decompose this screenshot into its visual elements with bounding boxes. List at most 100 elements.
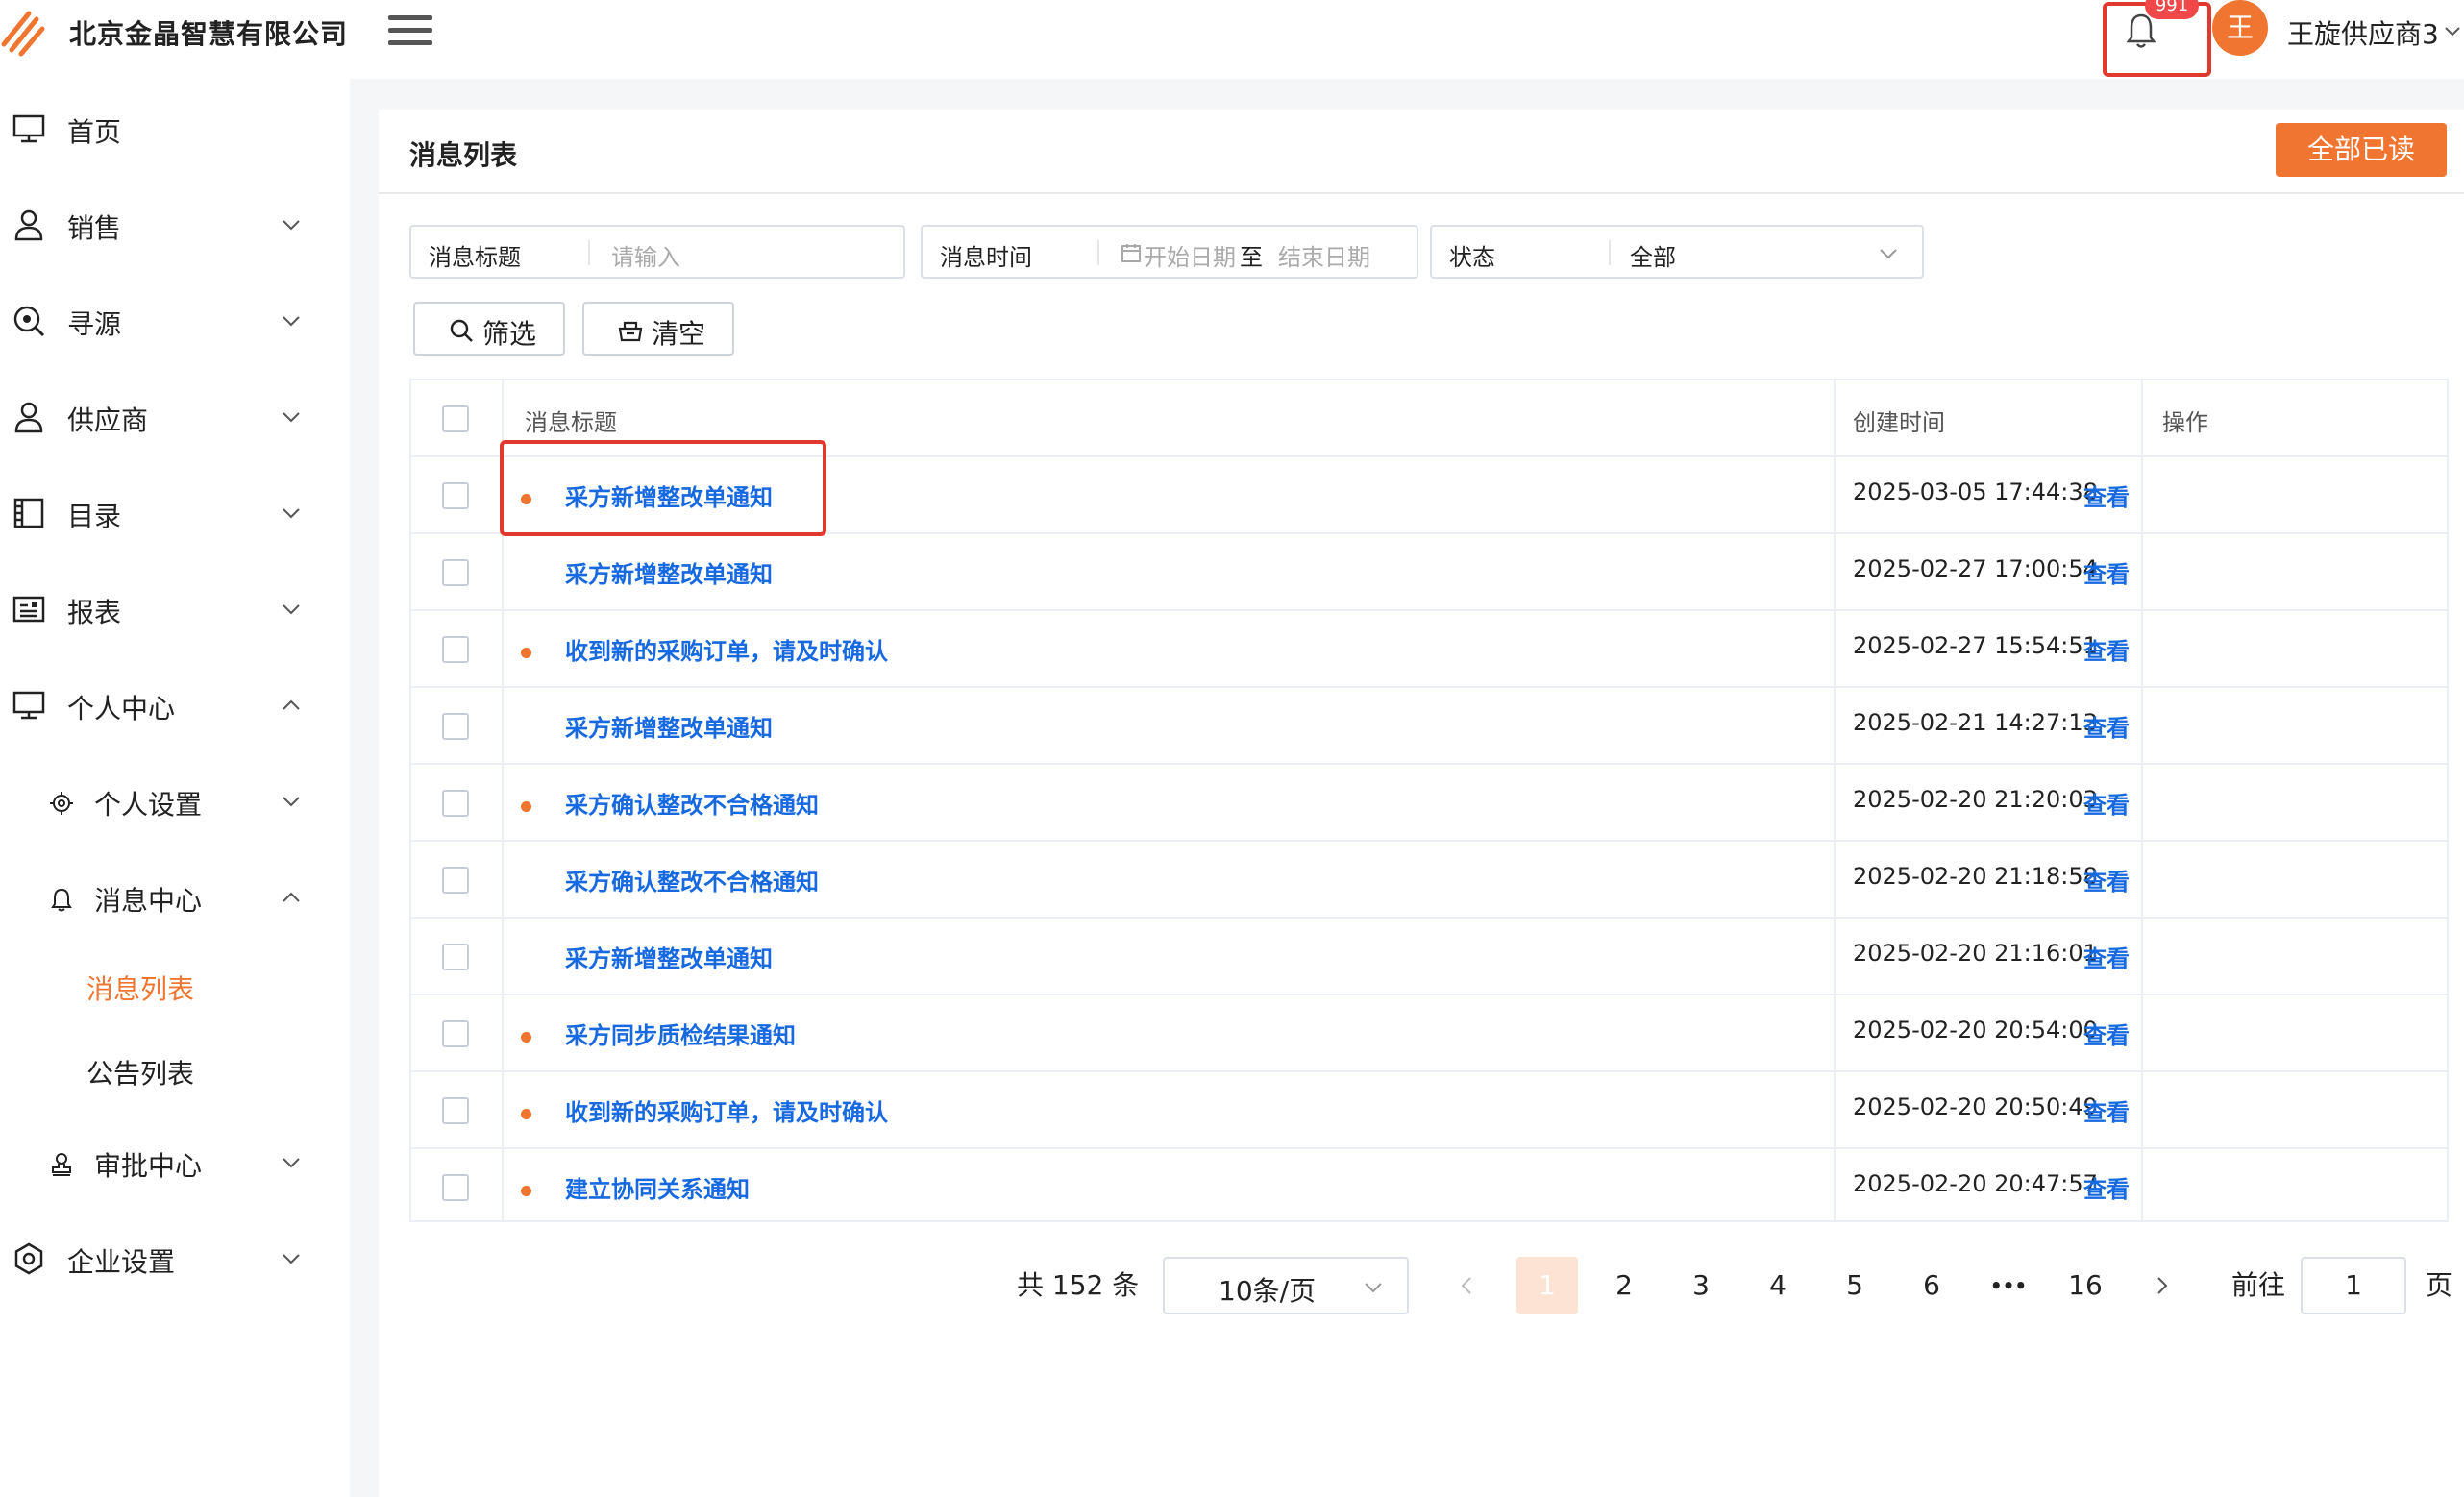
row-checkbox[interactable] — [442, 1174, 469, 1201]
book-icon — [13, 498, 44, 528]
created-time: 2025-02-20 21:20:03 — [1853, 786, 2098, 813]
row-checkbox[interactable] — [442, 790, 469, 817]
row-checkbox[interactable] — [442, 636, 469, 663]
avatar[interactable]: 王 — [2212, 0, 2268, 56]
sidebar-item-approval-center[interactable]: 审批中心 — [0, 1126, 350, 1203]
chevron-down-icon — [1365, 1283, 1382, 1293]
view-link[interactable]: 查看 — [2083, 786, 2130, 820]
calendar-icon — [1121, 244, 1141, 262]
sidebar-item-message-center[interactable]: 消息中心 — [0, 861, 350, 938]
message-title-link[interactable]: 收到新的采购订单，请及时确认 — [565, 1093, 888, 1127]
message-title-link[interactable]: 采方新增整改单通知 — [565, 555, 773, 589]
goto-page-input[interactable]: 1 — [2301, 1257, 2406, 1314]
sidebar-item-catalog[interactable]: 目录 — [0, 477, 350, 553]
sidebar-item-personal-settings[interactable]: 个人设置 — [0, 765, 350, 842]
unread-dot — [521, 1109, 531, 1119]
view-link[interactable]: 查看 — [2083, 709, 2130, 743]
page-ellipsis[interactable]: ••• — [1978, 1257, 2039, 1314]
view-link[interactable]: 查看 — [2083, 940, 2130, 973]
view-link[interactable]: 查看 — [2083, 632, 2130, 666]
view-link[interactable]: 查看 — [2083, 863, 2130, 896]
goto-unit: 页 — [2426, 1269, 2453, 1301]
monitor-icon — [12, 691, 45, 720]
row-checkbox[interactable] — [442, 482, 469, 509]
page-size-select[interactable]: 10条/页 — [1163, 1257, 1409, 1314]
page-16[interactable]: 16 — [2055, 1257, 2116, 1314]
status-select[interactable]: 全部 — [1630, 238, 1676, 272]
page-3[interactable]: 3 — [1670, 1257, 1732, 1314]
stamp-icon — [52, 1153, 71, 1176]
sidebar-item-report[interactable]: 报表 — [0, 573, 350, 650]
chevron-down-icon — [1880, 249, 1897, 259]
chevron-down-icon[interactable] — [2444, 23, 2461, 40]
page-title: 消息列表 — [409, 139, 518, 171]
sidebar-item-sales[interactable]: 销售 — [0, 188, 350, 265]
status-filter[interactable]: 状态 全部 — [1430, 225, 1924, 279]
message-title-link[interactable]: 采方确认整改不合格通知 — [565, 786, 819, 820]
table-row: 收到新的采购订单，请及时确认 2025-02-27 15:54:51 查看 — [411, 611, 2447, 688]
sidebar-item-label: 个人中心 — [67, 693, 176, 724]
chevron-up-icon — [283, 699, 300, 710]
view-link[interactable]: 查看 — [2083, 1170, 2130, 1204]
title-input[interactable]: 请输入 — [611, 238, 680, 272]
message-title-link[interactable]: 建立协同关系通知 — [565, 1170, 750, 1204]
chevron-right-icon[interactable] — [2153, 1274, 2172, 1297]
row-checkbox[interactable] — [442, 1097, 469, 1124]
divider — [1609, 240, 1611, 265]
created-time: 2025-02-20 21:16:01 — [1853, 940, 2098, 967]
sidebar-item-supplier[interactable]: 供应商 — [0, 380, 350, 457]
username[interactable]: 王旋供应商3 — [2287, 13, 2439, 52]
menu-toggle-icon[interactable] — [388, 15, 432, 50]
company-logo-icon — [1, 11, 45, 57]
select-all-checkbox[interactable] — [442, 405, 469, 432]
page-1[interactable]: 1 — [1516, 1257, 1578, 1314]
page-4[interactable]: 4 — [1747, 1257, 1809, 1314]
page-2[interactable]: 2 — [1593, 1257, 1655, 1314]
company-name: 北京金晶智慧有限公司 — [69, 18, 349, 50]
sidebar-item-label: 寻源 — [67, 308, 122, 340]
sidebar-item-home[interactable]: 首页 — [0, 92, 350, 169]
sidebar-item-message-list[interactable]: 消息列表 — [0, 951, 350, 1028]
message-title-link[interactable]: 收到新的采购订单，请及时确认 — [565, 632, 888, 666]
person-icon — [14, 402, 43, 433]
filter-button[interactable]: 筛选 — [413, 302, 565, 356]
person-icon — [14, 209, 43, 241]
unread-dot — [521, 1032, 531, 1043]
page-6[interactable]: 6 — [1901, 1257, 1962, 1314]
sidebar-item-label: 销售 — [67, 212, 122, 244]
message-title-link[interactable]: 采方确认整改不合格通知 — [565, 863, 819, 896]
row-checkbox[interactable] — [442, 867, 469, 894]
table-row: 采方同步质检结果通知 2025-02-20 20:54:00 查看 — [411, 995, 2447, 1072]
message-title-link[interactable]: 采方同步质检结果通知 — [565, 1017, 796, 1050]
view-link[interactable]: 查看 — [2083, 555, 2130, 589]
mark-all-read-button[interactable]: 全部已读 — [2276, 123, 2447, 177]
message-title-link[interactable]: 采方新增整改单通知 — [565, 709, 773, 743]
gear-icon — [50, 792, 73, 815]
filter-label: 消息时间 — [940, 244, 1032, 271]
start-date-input[interactable]: 开始日期 — [1144, 238, 1236, 272]
row-checkbox[interactable] — [442, 1020, 469, 1047]
sidebar-item-label: 企业设置 — [67, 1246, 176, 1278]
time-filter: 消息时间 开始日期 至 结束日期 — [921, 225, 1418, 279]
clear-button[interactable]: 清空 — [582, 302, 734, 356]
row-checkbox[interactable] — [442, 559, 469, 586]
row-checkbox[interactable] — [442, 944, 469, 970]
search-circle-icon — [13, 306, 45, 337]
sidebar-item-sourcing[interactable]: 寻源 — [0, 284, 350, 361]
notification-badge: 991 — [2145, 0, 2199, 19]
view-link[interactable]: 查看 — [2083, 1017, 2130, 1050]
row-checkbox[interactable] — [442, 713, 469, 740]
sidebar-item-announcement-list[interactable]: 公告列表 — [0, 1036, 350, 1113]
chevron-down-icon — [283, 604, 300, 615]
sidebar-item-personal-center[interactable]: 个人中心 — [0, 669, 350, 746]
view-link[interactable]: 查看 — [2083, 479, 2130, 512]
sidebar-item-enterprise-settings[interactable]: 企业设置 — [0, 1222, 350, 1299]
chevron-left-icon[interactable] — [1457, 1274, 1476, 1297]
divider — [379, 192, 2464, 194]
page-5[interactable]: 5 — [1824, 1257, 1885, 1314]
message-title-link[interactable]: 采方新增整改单通知 — [565, 940, 773, 973]
end-date-input[interactable]: 结束日期 — [1278, 238, 1370, 272]
chevron-down-icon — [283, 220, 300, 231]
chevron-down-icon — [283, 797, 300, 807]
view-link[interactable]: 查看 — [2083, 1093, 2130, 1127]
